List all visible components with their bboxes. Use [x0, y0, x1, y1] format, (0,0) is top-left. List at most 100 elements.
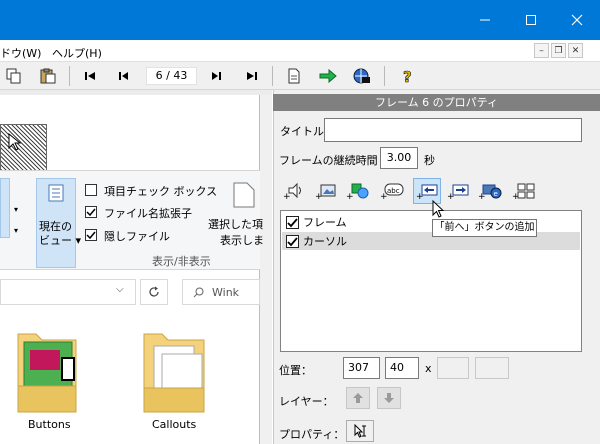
position-x-input[interactable]: 307	[343, 357, 380, 379]
position-label: 位置：	[279, 364, 312, 377]
add-next-button[interactable]: +	[446, 180, 470, 202]
item-checkbox-option[interactable]	[85, 184, 97, 196]
mouse-cursor-icon	[432, 199, 445, 221]
menu-help[interactable]: ヘルプ(H)	[52, 45, 102, 61]
duration-input[interactable]: 3.00	[380, 147, 418, 169]
checkmark-icon	[287, 217, 298, 227]
address-dropdown-icon[interactable]: ⌵	[116, 284, 124, 295]
copy-icon	[6, 68, 21, 84]
add-link-button[interactable]: + e	[478, 180, 502, 202]
panel-title: フレーム 6 のプロパティ	[273, 94, 600, 111]
ribbon-group-label: 表示/非表示	[152, 255, 211, 268]
last-frame-button[interactable]	[242, 66, 262, 86]
toolbar-separator	[272, 66, 273, 86]
minimize-button[interactable]	[462, 0, 508, 40]
add-shape-button[interactable]: +	[346, 180, 370, 202]
hidden-files-checkbox[interactable]	[85, 229, 97, 241]
export-button[interactable]	[284, 66, 304, 86]
list-item-checkbox[interactable]	[286, 234, 299, 248]
link-button-icon: + e	[478, 184, 502, 200]
green-arrow-icon	[319, 69, 337, 83]
add-text-icon: +abc	[380, 183, 404, 200]
item-checkbox-label: 項目チェック ボックス	[104, 185, 218, 198]
search-box[interactable]: Wink	[182, 279, 260, 305]
close-icon	[571, 14, 583, 26]
ribbon-scroll-icon[interactable]: ▾	[14, 205, 18, 214]
layer-down-button[interactable]	[377, 387, 401, 409]
add-shape-icon: +	[346, 183, 369, 200]
duration-label: フレームの継続時間	[279, 154, 378, 167]
first-frame-icon	[85, 72, 95, 80]
checkmark-icon	[287, 236, 298, 246]
hide-selected-icon	[233, 182, 255, 211]
next-frame-icon	[212, 72, 221, 80]
preview-button[interactable]	[352, 66, 372, 86]
next-frame-button[interactable]	[206, 66, 226, 86]
arrow-up-icon	[353, 393, 363, 403]
property-button[interactable]	[346, 420, 374, 442]
file-extension-label: ファイル名拡張子	[104, 207, 192, 220]
menu-window[interactable]: ドウ(W)	[0, 45, 41, 61]
file-extension-checkbox[interactable]	[85, 206, 97, 218]
svg-text:abc: abc	[387, 187, 400, 195]
frame-counter[interactable]: 6 / 43	[146, 67, 197, 85]
add-text-button[interactable]: + abc	[380, 180, 404, 202]
hide-selected-label1: 選択した項	[208, 218, 263, 231]
help-button[interactable]: ?	[398, 66, 418, 86]
title-label: タイトル	[280, 125, 324, 138]
search-icon	[193, 287, 204, 297]
list-item-label: フレーム	[303, 216, 347, 229]
title-input[interactable]	[324, 118, 582, 142]
view-icon	[48, 184, 64, 205]
hidden-files-label: 隠しファイル	[104, 230, 170, 243]
copy-button[interactable]	[4, 66, 24, 86]
height-input[interactable]	[475, 357, 509, 379]
maximize-button[interactable]	[508, 0, 554, 40]
menu-button-icon: +	[512, 183, 535, 200]
list-item-checkbox[interactable]	[286, 215, 299, 229]
first-frame-button[interactable]	[80, 66, 100, 86]
go-button[interactable]	[318, 66, 338, 86]
mdi-restore-button[interactable]: ❐	[551, 43, 566, 58]
document-icon	[288, 68, 300, 84]
add-sound-button[interactable]: +	[282, 180, 306, 202]
view-button-label2: ビュー ▾	[39, 234, 82, 247]
globe-icon	[353, 68, 370, 84]
position-y-input[interactable]: 40	[385, 357, 419, 379]
ribbon-pane-button[interactable]	[0, 178, 10, 238]
previous-frame-button[interactable]	[114, 66, 134, 86]
folder-icon[interactable]	[142, 328, 208, 417]
add-image-button[interactable]: +	[314, 180, 338, 202]
close-button[interactable]	[554, 0, 600, 40]
mdi-minimize-button[interactable]: –	[534, 43, 549, 58]
mdi-close-button[interactable]: ✕	[568, 43, 583, 58]
layer-label: レイヤー：	[279, 395, 334, 408]
checkmark-icon	[86, 208, 96, 217]
last-frame-icon	[247, 72, 257, 80]
add-image-icon: +	[315, 184, 336, 200]
property-cursor-icon	[354, 424, 366, 438]
add-sound-icon: +	[283, 182, 301, 200]
checkmark-icon	[86, 231, 96, 240]
mouse-cursor-icon	[8, 132, 22, 154]
paste-icon	[40, 68, 56, 84]
add-menu-button[interactable]: +	[512, 180, 536, 202]
refresh-icon	[149, 286, 159, 297]
size-separator: x	[425, 362, 432, 375]
previous-button-icon: +	[416, 184, 438, 200]
refresh-button[interactable]	[140, 279, 168, 305]
paste-button[interactable]	[38, 66, 58, 86]
help-icon: ?	[403, 68, 412, 84]
search-placeholder: Wink	[212, 285, 240, 299]
width-input[interactable]	[437, 357, 469, 379]
ribbon-expand-icon[interactable]: ▾	[14, 226, 18, 235]
duration-unit: 秒	[424, 154, 435, 167]
folder-icon[interactable]	[16, 328, 78, 417]
hide-selected-label2: 表示しま	[220, 234, 264, 247]
canvas-scrollbar[interactable]	[260, 95, 272, 444]
property-label: プロパティ：	[279, 428, 345, 441]
layer-up-button[interactable]	[346, 387, 370, 409]
maximize-icon	[526, 15, 536, 25]
arrow-down-icon	[384, 393, 394, 403]
minimize-icon	[480, 19, 490, 21]
